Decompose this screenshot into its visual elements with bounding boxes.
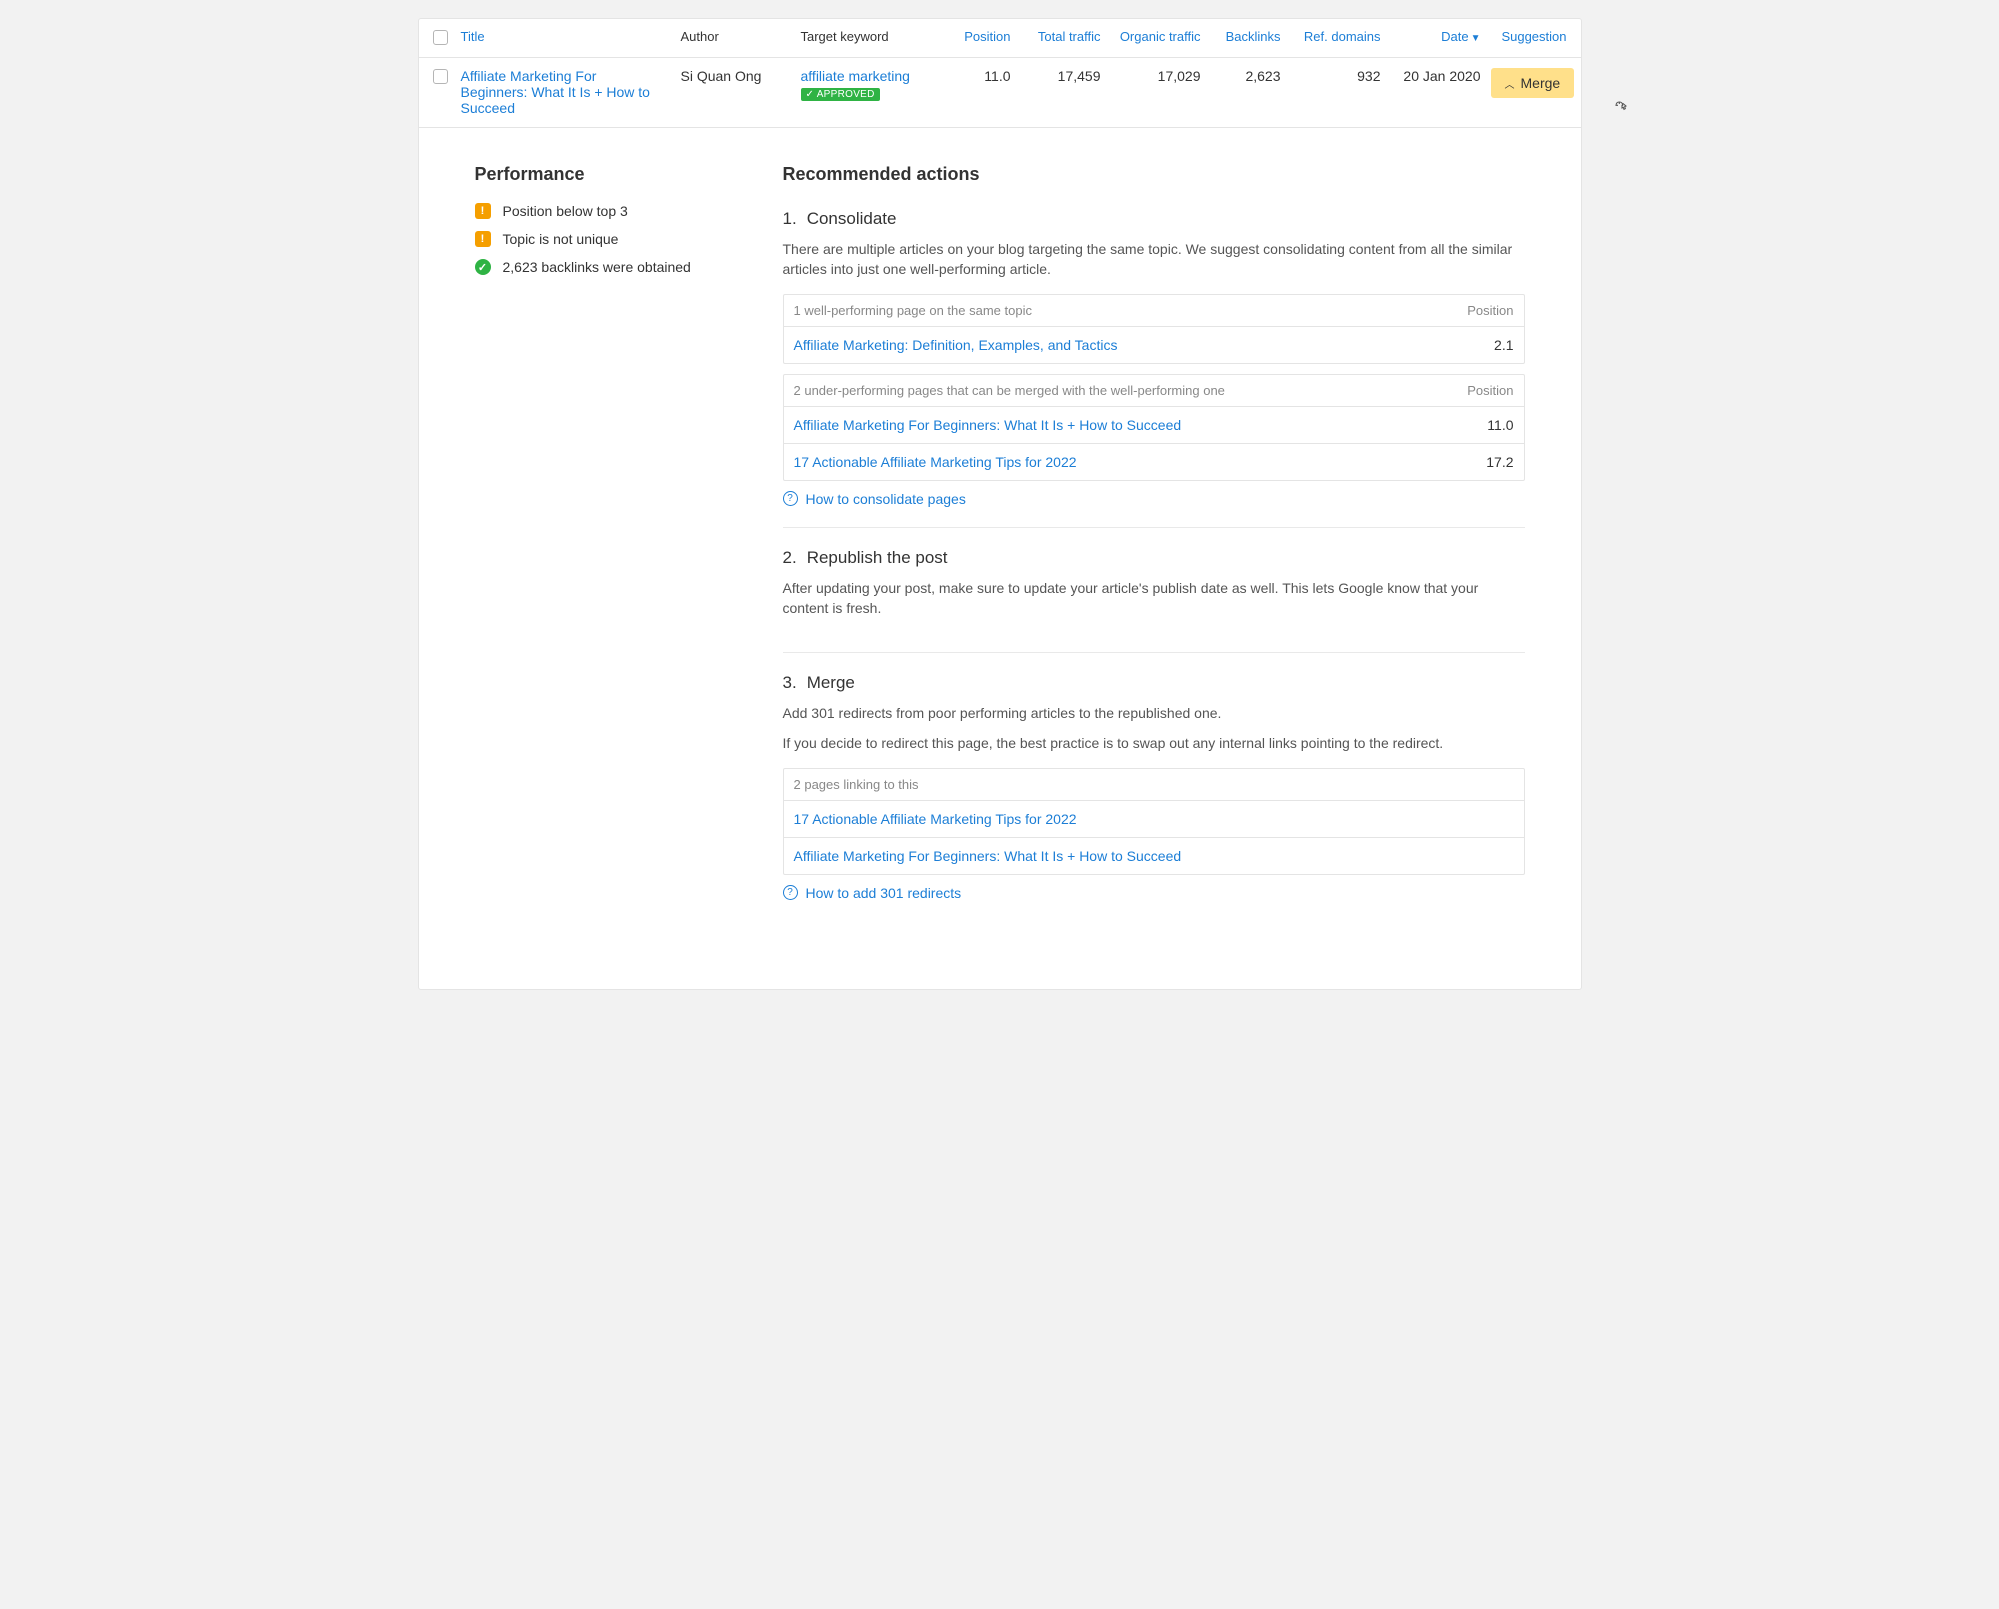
row-keyword-link[interactable]: affiliate marketing bbox=[801, 68, 941, 84]
merge-button[interactable]: ︿ Merge bbox=[1491, 68, 1575, 98]
col-position[interactable]: Position bbox=[941, 29, 1011, 44]
col-total-traffic[interactable]: Total traffic bbox=[1011, 29, 1101, 44]
action-block: 1. Consolidate There are multiple articles… bbox=[783, 209, 1525, 528]
col-date[interactable]: Date▼ bbox=[1381, 29, 1481, 44]
table-header: Title Author Target keyword Position Tot… bbox=[419, 19, 1581, 58]
action-name: Consolidate bbox=[807, 209, 897, 229]
performance-item-text: Position below top 3 bbox=[503, 203, 628, 219]
mini-row-value: 2.1 bbox=[1494, 337, 1513, 353]
mini-table: 2 under-performing pages that can be mer… bbox=[783, 374, 1525, 481]
mini-table-row: 17 Actionable Affiliate Marketing Tips f… bbox=[784, 444, 1524, 480]
cursor-icon bbox=[1614, 100, 1630, 116]
col-organic-traffic[interactable]: Organic traffic bbox=[1101, 29, 1201, 44]
help-link-text: How to consolidate pages bbox=[806, 491, 966, 507]
help-link[interactable]: ? How to consolidate pages bbox=[783, 491, 1525, 507]
select-all-checkbox[interactable] bbox=[433, 30, 448, 45]
mini-table-row: 17 Actionable Affiliate Marketing Tips f… bbox=[784, 801, 1524, 838]
row-organic-traffic: 17,029 bbox=[1101, 68, 1201, 84]
warning-icon: ! bbox=[475, 203, 491, 219]
warning-icon: ! bbox=[475, 231, 491, 247]
performance-heading: Performance bbox=[475, 164, 735, 185]
action-description: Add 301 redirects from poor performing a… bbox=[783, 703, 1525, 723]
mini-table: 2 pages linking to this 17 Actionable Aff… bbox=[783, 768, 1525, 875]
mini-row-link[interactable]: 17 Actionable Affiliate Marketing Tips f… bbox=[794, 454, 1077, 470]
action-description: After updating your post, make sure to u… bbox=[783, 578, 1525, 619]
col-date-label: Date bbox=[1441, 29, 1468, 44]
performance-item-text: Topic is not unique bbox=[503, 231, 619, 247]
mini-row-link[interactable]: 17 Actionable Affiliate Marketing Tips f… bbox=[794, 811, 1077, 827]
approved-badge: ✓ APPROVED bbox=[801, 88, 880, 101]
mini-table-head-left: 1 well-performing page on the same topic bbox=[794, 303, 1032, 318]
mini-table-head-right: Position bbox=[1467, 303, 1513, 318]
col-backlinks[interactable]: Backlinks bbox=[1201, 29, 1281, 44]
action-number: 1. bbox=[783, 209, 797, 229]
performance-item: ! Position below top 3 bbox=[475, 203, 735, 219]
col-title[interactable]: Title bbox=[461, 29, 681, 44]
mini-table-head-left: 2 under-performing pages that can be mer… bbox=[794, 383, 1225, 398]
action-name: Republish the post bbox=[807, 548, 948, 568]
row-ref-domains: 932 bbox=[1281, 68, 1381, 84]
mini-table-head-right: Position bbox=[1467, 383, 1513, 398]
row-total-traffic: 17,459 bbox=[1011, 68, 1101, 84]
row-checkbox[interactable] bbox=[433, 69, 448, 84]
col-ref-domains[interactable]: Ref. domains bbox=[1281, 29, 1381, 44]
performance-item: ✓ 2,623 backlinks were obtained bbox=[475, 259, 735, 275]
help-link[interactable]: ? How to add 301 redirects bbox=[783, 885, 1525, 901]
question-icon: ? bbox=[783, 491, 798, 506]
col-suggestion[interactable]: Suggestion bbox=[1481, 29, 1567, 44]
action-block: 2. Republish the post After updating your … bbox=[783, 548, 1525, 654]
mini-table-head-left: 2 pages linking to this bbox=[794, 777, 919, 792]
col-target-keyword: Target keyword bbox=[801, 29, 941, 44]
recommended-column: Recommended actions 1. Consolidate There a… bbox=[783, 164, 1525, 941]
sort-desc-icon: ▼ bbox=[1471, 33, 1481, 44]
question-icon: ? bbox=[783, 885, 798, 900]
performance-item: ! Topic is not unique bbox=[475, 231, 735, 247]
mini-table-row: Affiliate Marketing: Definition, Example… bbox=[784, 327, 1524, 363]
row-date: 20 Jan 2020 bbox=[1381, 68, 1481, 84]
row-author: Si Quan Ong bbox=[681, 68, 801, 84]
col-author: Author bbox=[681, 29, 801, 44]
mini-table: 1 well-performing page on the same topic… bbox=[783, 294, 1525, 364]
performance-column: Performance ! Position below top 3! Topic … bbox=[475, 164, 735, 941]
mini-row-link[interactable]: Affiliate Marketing For Beginners: What … bbox=[794, 848, 1182, 864]
mini-table-row: Affiliate Marketing For Beginners: What … bbox=[784, 407, 1524, 444]
action-block: 3. Merge Add 301 redirects from poor perfo… bbox=[783, 673, 1525, 921]
mini-row-link[interactable]: Affiliate Marketing: Definition, Example… bbox=[794, 337, 1118, 353]
chevron-up-icon: ︿ bbox=[1505, 76, 1515, 91]
row-position: 11.0 bbox=[941, 68, 1011, 84]
action-number: 3. bbox=[783, 673, 797, 693]
mini-row-value: 17.2 bbox=[1486, 454, 1513, 470]
performance-item-text: 2,623 backlinks were obtained bbox=[503, 259, 691, 275]
mini-table-row: Affiliate Marketing For Beginners: What … bbox=[784, 838, 1524, 874]
table-row: Affiliate Marketing For Beginners: What … bbox=[419, 58, 1581, 127]
mini-row-link[interactable]: Affiliate Marketing For Beginners: What … bbox=[794, 417, 1182, 433]
help-link-text: How to add 301 redirects bbox=[806, 885, 962, 901]
row-title-link[interactable]: Affiliate Marketing For Beginners: What … bbox=[461, 68, 681, 116]
mini-row-value: 11.0 bbox=[1487, 417, 1513, 433]
detail-panel: Performance ! Position below top 3! Topic … bbox=[419, 127, 1581, 989]
recommended-heading: Recommended actions bbox=[783, 164, 1525, 185]
merge-button-label: Merge bbox=[1521, 75, 1561, 91]
action-number: 2. bbox=[783, 548, 797, 568]
action-name: Merge bbox=[807, 673, 855, 693]
check-icon: ✓ bbox=[475, 259, 491, 275]
action-description: There are multiple articles on your blog… bbox=[783, 239, 1525, 280]
row-backlinks: 2,623 bbox=[1201, 68, 1281, 84]
action-description: If you decide to redirect this page, the… bbox=[783, 733, 1525, 753]
